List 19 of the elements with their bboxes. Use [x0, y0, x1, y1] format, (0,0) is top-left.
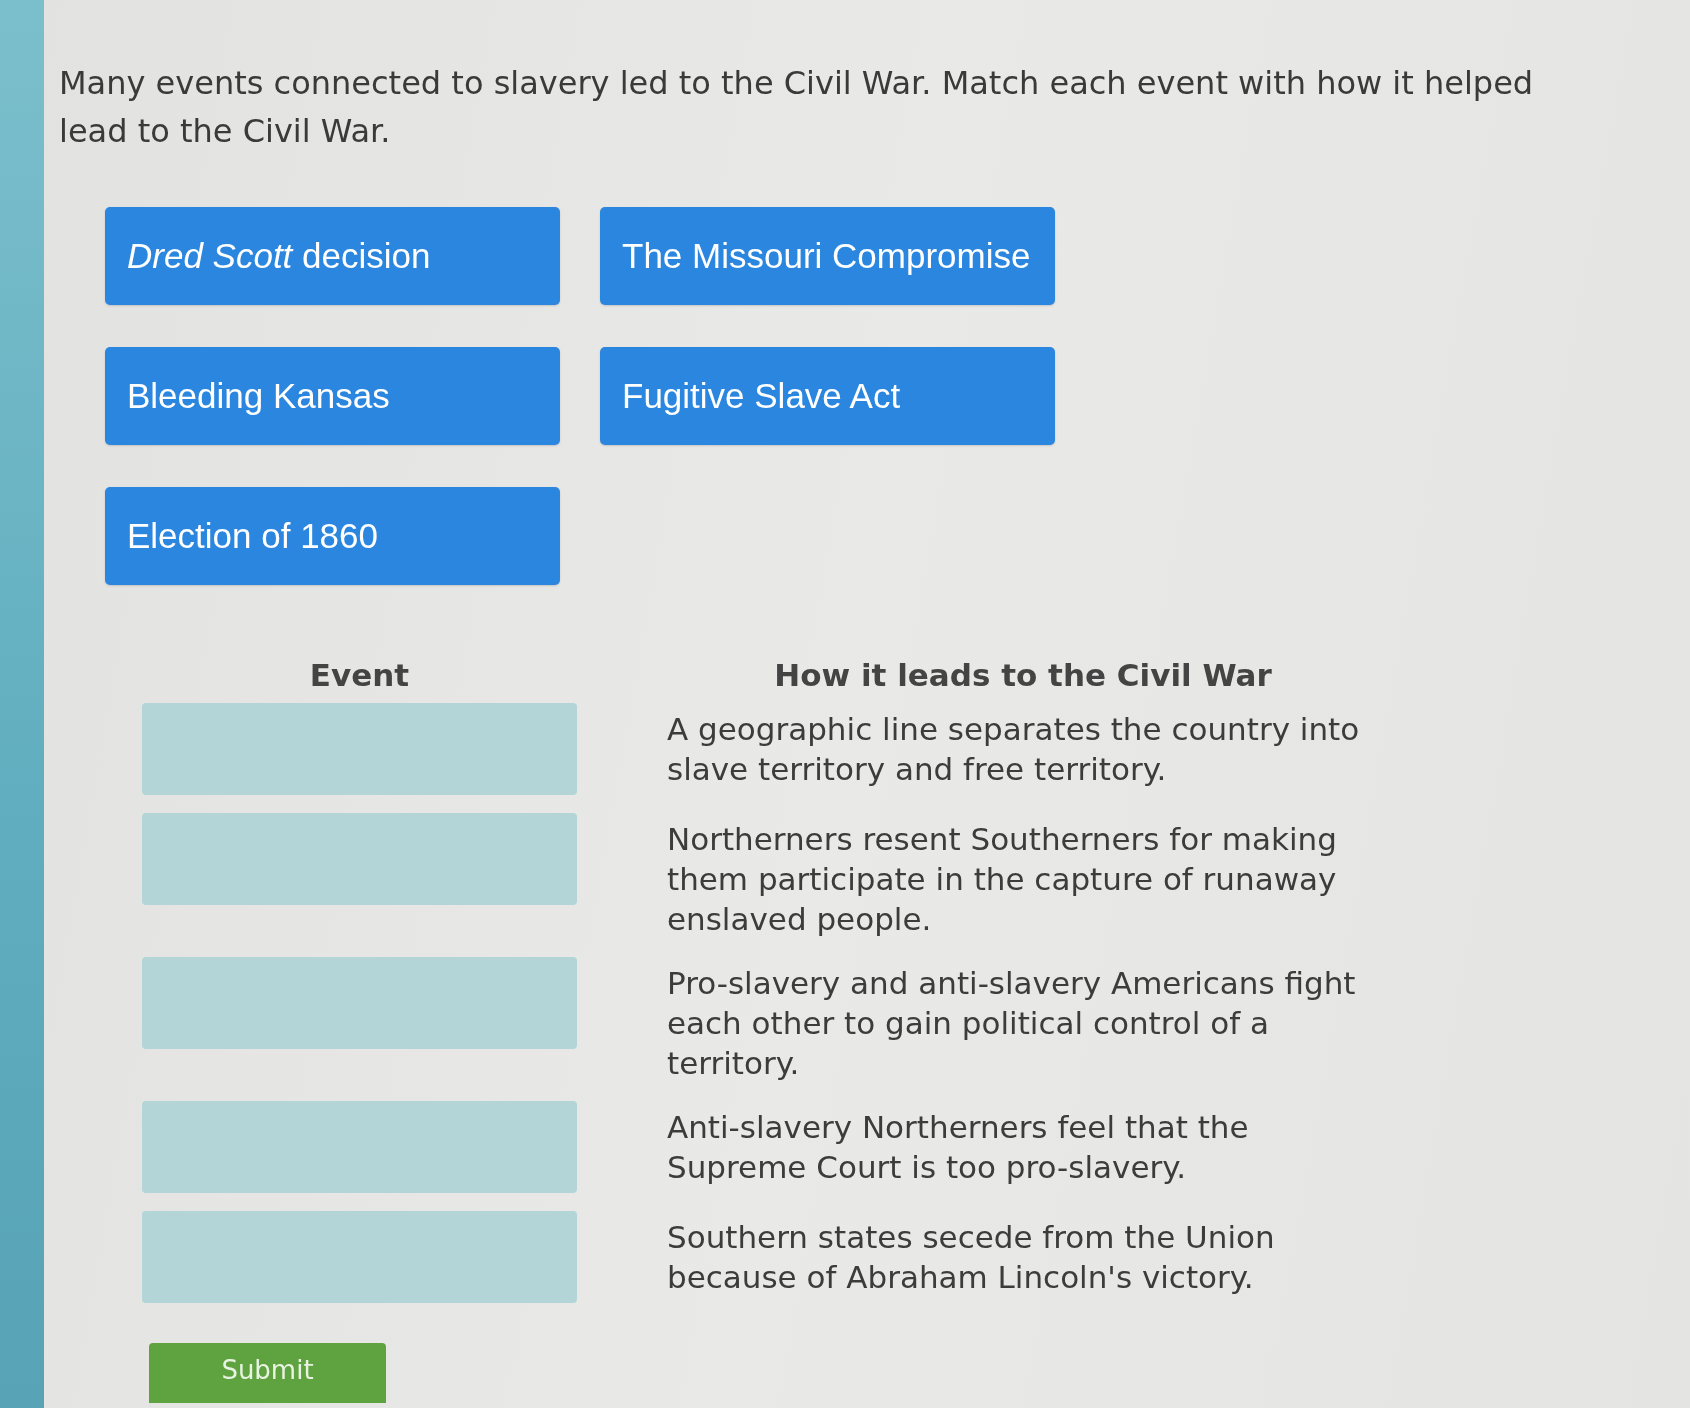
drop-zone[interactable] [142, 1101, 577, 1193]
drop-zone[interactable] [142, 703, 577, 795]
description-text: Northerners resent Southerners for making them participate in the capture of runaway enslaved people. [667, 820, 1338, 939]
description-text: Anti-slavery Northerners feel that the Supreme Court is too pro-slavery. [667, 1108, 1250, 1187]
column-heading: Event [309, 657, 410, 693]
drop-zone[interactable] [142, 1211, 577, 1303]
description-text: A geographic line separates the country into slave territory and free territory. [667, 710, 1361, 789]
description-text: Pro-slavery and anti-slavery Americans fight each other to gain political control of a territory. [667, 964, 1357, 1083]
drop-zone[interactable] [142, 957, 577, 1049]
event-tile[interactable]: Fugitive Slave Act [600, 347, 1055, 445]
event-tile[interactable]: The Missouri Compromise [600, 207, 1055, 305]
event-tile[interactable]: Dred Scott decision [105, 207, 560, 305]
description-text: Southern states secede from the Union because of Abraham Lincoln's victory. [667, 1218, 1276, 1297]
event-tile[interactable]: Bleeding Kansas [105, 347, 560, 445]
submit-button[interactable]: Submit [149, 1343, 386, 1403]
column-heading: How it leads to the Civil War [774, 657, 1272, 693]
instruction-text: Many events connected to slavery led to the Civil War. Match each event with how it helped lead to the Civil War. [59, 63, 1535, 152]
drop-zone[interactable] [142, 813, 577, 905]
event-tile[interactable]: Election of 1860 [105, 487, 560, 585]
